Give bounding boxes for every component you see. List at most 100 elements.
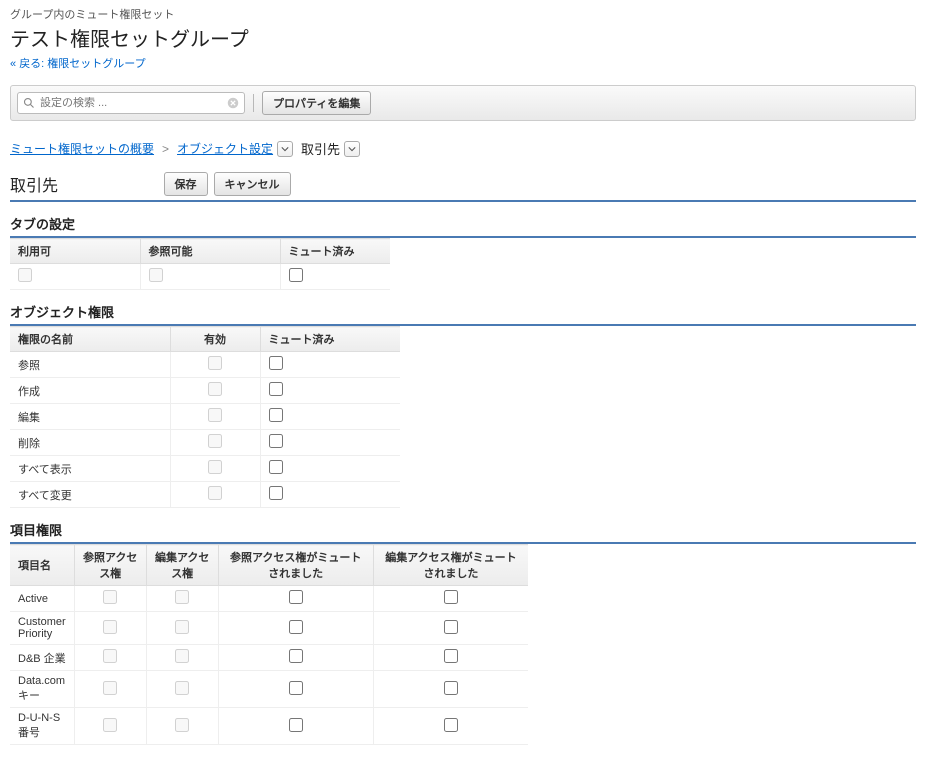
edit-muted-checkbox[interactable] [444,718,458,732]
muted-checkbox[interactable] [269,408,283,422]
search-input[interactable] [40,97,222,109]
col-enabled: 有効 [170,327,260,352]
muted-checkbox[interactable] [269,382,283,396]
muted-checkbox[interactable] [269,486,283,500]
table-row: 編集 [10,404,400,430]
back-link[interactable]: 戻る: 権限セットグループ [10,58,146,70]
toolbar-separator [253,94,254,112]
tab-settings-heading: タブの設定 [10,214,916,238]
muted-checkbox[interactable] [269,460,283,474]
edit-checkbox [175,649,189,663]
breadcrumb: ミュート権限セットの概要 > オブジェクト設定 取引先 [10,139,916,158]
enabled-checkbox [208,408,222,422]
chevron-down-icon [348,146,356,152]
chevron-down-icon [281,146,289,152]
read-muted-checkbox[interactable] [289,649,303,663]
tab-settings-block: タブの設定 利用可 参照可能 ミュート済み [10,214,916,290]
edit-checkbox [175,718,189,732]
field-name-cell: D-U-N-S 番号 [10,708,74,745]
field-permissions-heading: 項目権限 [10,520,916,544]
table-row: D&B 企業 [10,645,528,671]
cancel-button[interactable]: キャンセル [214,172,291,196]
table-row: Customer Priority [10,612,528,645]
section-header: 取引先 保存 キャンセル [10,172,916,202]
perm-name-cell: 編集 [10,404,170,430]
visible-checkbox [149,268,163,282]
read-muted-checkbox[interactable] [289,718,303,732]
breadcrumb-separator: > [162,142,169,156]
read-checkbox [103,681,117,695]
edit-properties-button[interactable]: プロパティを編集 [262,91,371,115]
perm-name-cell: 削除 [10,430,170,456]
enabled-checkbox [208,434,222,448]
enabled-checkbox [208,382,222,396]
breadcrumb-current: 取引先 [301,139,340,158]
table-row: D-U-N-S 番号 [10,708,528,745]
enabled-checkbox [208,356,222,370]
search-icon [23,97,35,109]
edit-checkbox [175,681,189,695]
col-muted: ミュート済み [260,327,400,352]
field-permissions-block: 項目権限 項目名 参照アクセス権 編集アクセス権 参照アクセス権がミュートされま… [10,520,916,745]
header-context: グループ内のミュート権限セット [10,6,916,22]
read-checkbox [103,620,117,634]
clear-search-icon[interactable] [226,96,240,110]
object-permissions-heading: オブジェクト権限 [10,302,916,326]
enabled-checkbox [208,486,222,500]
available-checkbox [18,268,32,282]
col-visible: 参照可能 [140,239,280,264]
section-title: 取引先 [10,172,58,196]
edit-checkbox [175,590,189,604]
perm-name-cell: すべて変更 [10,482,170,508]
perm-name-cell: 作成 [10,378,170,404]
table-row: 削除 [10,430,400,456]
read-checkbox [103,590,117,604]
edit-muted-checkbox[interactable] [444,681,458,695]
edit-muted-checkbox[interactable] [444,620,458,634]
col-read: 参照アクセス権 [74,545,146,586]
table-row: 作成 [10,378,400,404]
field-name-cell: Customer Priority [10,612,74,645]
table-row: すべて表示 [10,456,400,482]
read-checkbox [103,718,117,732]
edit-muted-checkbox[interactable] [444,649,458,663]
toolbar: プロパティを編集 [10,85,916,121]
col-read-muted: 参照アクセス権がミュートされました [218,545,373,586]
col-available: 利用可 [10,239,140,264]
field-name-cell: Active [10,586,74,612]
edit-checkbox [175,620,189,634]
read-muted-checkbox[interactable] [289,620,303,634]
search-wrapper [17,92,245,114]
read-muted-checkbox[interactable] [289,590,303,604]
col-field-name: 項目名 [10,545,74,586]
muted-checkbox[interactable] [289,268,303,282]
read-muted-checkbox[interactable] [289,681,303,695]
table-row: 参照 [10,352,400,378]
enabled-checkbox [208,460,222,474]
perm-name-cell: 参照 [10,352,170,378]
page-title: テスト権限セットグループ [10,23,916,52]
read-checkbox [103,649,117,663]
muted-checkbox[interactable] [269,356,283,370]
tab-settings-table: 利用可 参照可能 ミュート済み [10,238,390,290]
object-settings-dropdown[interactable] [277,141,293,157]
table-row: Active [10,586,528,612]
muted-checkbox[interactable] [269,434,283,448]
col-edit: 編集アクセス権 [146,545,218,586]
table-row: Data.com キー [10,671,528,708]
current-object-dropdown[interactable] [344,141,360,157]
field-name-cell: D&B 企業 [10,645,74,671]
object-permissions-table: 権限の名前 有効 ミュート済み 参照作成編集削除すべて表示すべて変更 [10,326,400,508]
table-row: すべて変更 [10,482,400,508]
col-edit-muted: 編集アクセス権がミュートされました [373,545,528,586]
perm-name-cell: すべて表示 [10,456,170,482]
breadcrumb-root-link[interactable]: ミュート権限セットの概要 [10,140,154,157]
col-perm-name: 権限の名前 [10,327,170,352]
field-permissions-table: 項目名 参照アクセス権 編集アクセス権 参照アクセス権がミュートされました 編集… [10,544,528,745]
object-permissions-block: オブジェクト権限 権限の名前 有効 ミュート済み 参照作成編集削除すべて表示すべ… [10,302,916,508]
edit-muted-checkbox[interactable] [444,590,458,604]
field-name-cell: Data.com キー [10,671,74,708]
breadcrumb-object-settings-link[interactable]: オブジェクト設定 [177,140,273,157]
save-button[interactable]: 保存 [164,172,208,196]
table-row [10,264,390,290]
